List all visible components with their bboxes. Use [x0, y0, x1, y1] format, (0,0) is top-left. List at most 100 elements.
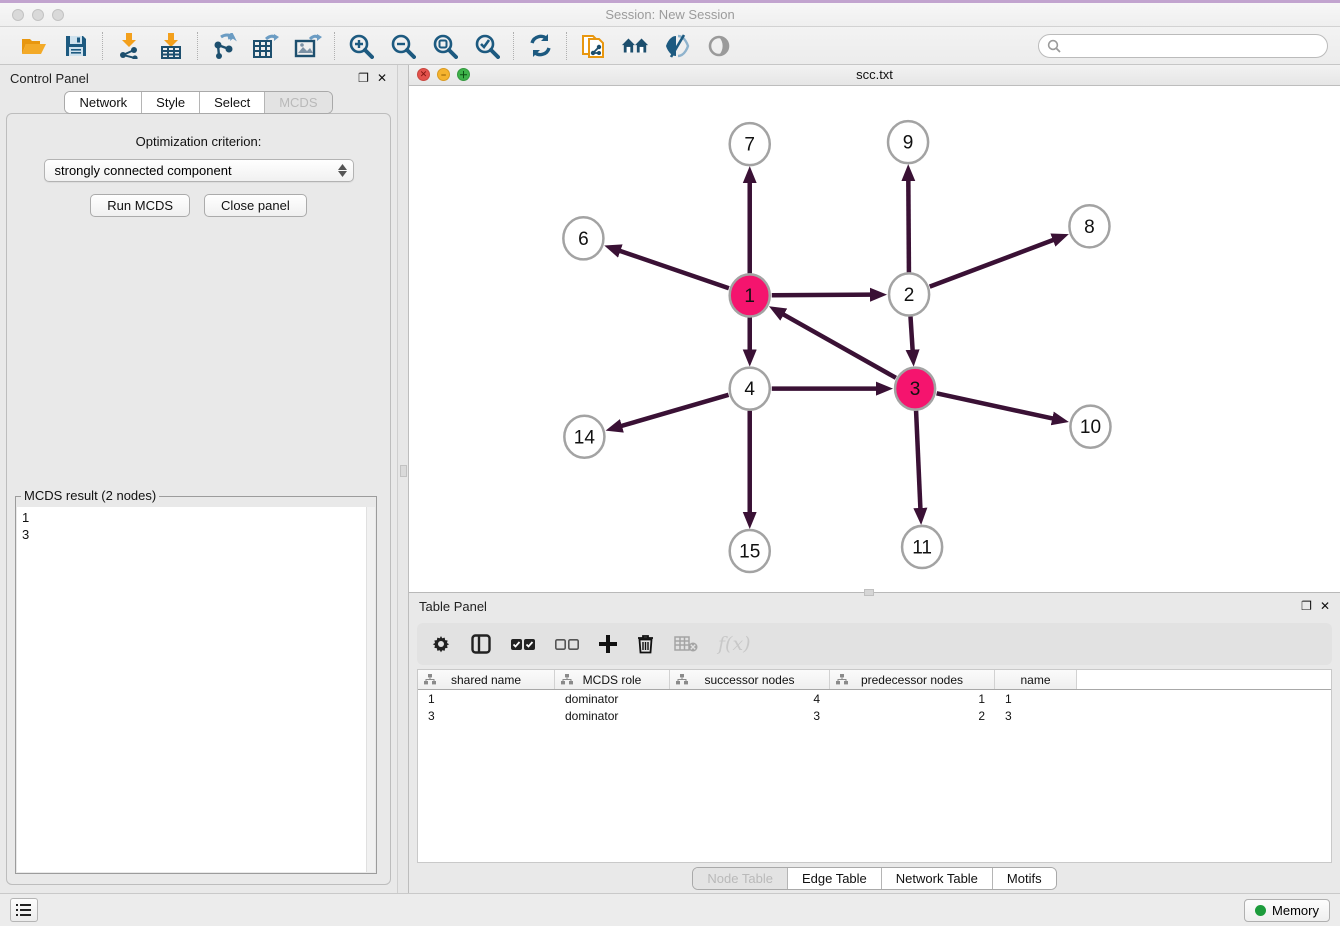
node-table[interactable]: shared nameMCDS rolesuccessor nodesprede… [417, 669, 1332, 863]
gear-icon[interactable] [431, 634, 451, 654]
tab-node-table[interactable]: Node Table [693, 868, 788, 889]
network-title: scc.txt [409, 67, 1340, 82]
svg-text:1: 1 [744, 286, 755, 307]
mcds-result-text[interactable]: 1 3 [17, 507, 375, 872]
optimization-criterion-dropdown[interactable]: strongly connected component [44, 159, 354, 182]
network-graph[interactable]: 7 9 6 8 1 2 4 3 14 10 15 11 [409, 86, 1340, 592]
zoom-out-icon[interactable] [389, 32, 417, 60]
export-image-icon[interactable] [294, 32, 322, 60]
vertical-splitter[interactable] [397, 65, 409, 893]
edge-2-3[interactable] [910, 316, 912, 351]
zoom-in-icon[interactable] [347, 32, 375, 60]
graph-node-15[interactable]: 15 [730, 530, 770, 572]
refresh-icon[interactable] [526, 32, 554, 60]
hide-details-icon[interactable] [663, 32, 691, 60]
tab-mcds[interactable]: MCDS [265, 92, 331, 113]
toggle-panel-icon[interactable] [471, 634, 491, 654]
open-session-icon[interactable] [20, 32, 48, 60]
horizontal-splitter-grip[interactable] [864, 589, 874, 596]
clone-network-icon[interactable] [579, 32, 607, 60]
network-canvas[interactable]: 7 9 6 8 1 2 4 3 14 10 15 11 [409, 86, 1340, 592]
svg-text:7: 7 [744, 135, 755, 156]
table-cell[interactable]: dominator [555, 709, 670, 723]
edge-3-11[interactable] [916, 411, 920, 510]
close-panel-button[interactable]: Close panel [204, 194, 307, 217]
import-table-icon[interactable] [157, 32, 185, 60]
table-cell[interactable]: 2 [830, 709, 995, 723]
export-table-icon[interactable] [252, 32, 280, 60]
optimization-criterion-label: Optimization criterion: [7, 134, 390, 149]
export-network-icon[interactable] [210, 32, 238, 60]
close-table-panel-icon[interactable]: ✕ [1320, 600, 1330, 612]
close-panel-icon[interactable]: ✕ [377, 72, 387, 84]
task-history-button[interactable] [10, 898, 38, 922]
table-cell[interactable]: 3 [418, 709, 555, 723]
table-cell[interactable]: dominator [555, 692, 670, 706]
table-cell[interactable]: 1 [830, 692, 995, 706]
add-column-icon[interactable] [599, 635, 617, 653]
control-panel: Control Panel ❐ ✕ NetworkStyleSelectMCDS… [0, 65, 397, 893]
table-row[interactable]: 1dominator411 [418, 690, 1331, 707]
function-builder-icon: f(x) [718, 633, 751, 655]
table-row[interactable]: 3dominator323 [418, 707, 1331, 724]
unselect-all-columns-icon[interactable] [555, 638, 579, 651]
edge-3-10[interactable] [937, 393, 1055, 419]
window-title: Session: New Session [0, 7, 1340, 22]
table-cell[interactable]: 3 [995, 709, 1077, 723]
home-icon[interactable] [621, 32, 649, 60]
tab-motifs[interactable]: Motifs [993, 868, 1056, 889]
zoom-fit-icon[interactable] [431, 32, 459, 60]
delete-column-icon[interactable] [637, 634, 654, 654]
graph-node-1[interactable]: 1 [730, 274, 770, 316]
column-header-name[interactable]: name [995, 670, 1077, 689]
column-header-predecessor-nodes[interactable]: predecessor nodes [830, 670, 995, 689]
graph-node-11[interactable]: 11 [902, 526, 942, 568]
splitter-grip[interactable] [400, 465, 407, 477]
svg-text:8: 8 [1084, 217, 1095, 238]
show-details-icon[interactable] [705, 32, 733, 60]
result-scrollbar[interactable] [366, 507, 375, 872]
column-header-shared-name[interactable]: shared name [418, 670, 555, 689]
table-cell[interactable]: 4 [670, 692, 830, 706]
graph-node-3[interactable]: 3 [895, 368, 935, 410]
edge-2-8[interactable] [930, 239, 1055, 286]
graph-node-14[interactable]: 14 [564, 416, 604, 458]
control-panel-title: Control Panel [10, 71, 89, 86]
table-cell[interactable]: 1 [995, 692, 1077, 706]
run-mcds-button[interactable]: Run MCDS [90, 194, 190, 217]
svg-text:3: 3 [910, 379, 921, 400]
memory-status-icon [1255, 905, 1266, 916]
table-cell[interactable]: 1 [418, 692, 555, 706]
window-titlebar: Session: New Session [0, 3, 1340, 27]
edge-4-14[interactable] [620, 395, 729, 427]
graph-node-2[interactable]: 2 [889, 273, 929, 315]
edge-2-9[interactable] [908, 179, 909, 272]
graph-node-6[interactable]: 6 [563, 217, 603, 259]
svg-text:2: 2 [904, 285, 915, 306]
column-header-successor-nodes[interactable]: successor nodes [670, 670, 830, 689]
graph-node-10[interactable]: 10 [1070, 406, 1110, 448]
tab-edge-table[interactable]: Edge Table [788, 868, 882, 889]
graph-node-7[interactable]: 7 [730, 123, 770, 165]
graph-node-4[interactable]: 4 [730, 368, 770, 410]
search-input[interactable] [1038, 34, 1328, 58]
edge-1-6[interactable] [618, 250, 728, 288]
select-all-columns-icon[interactable] [511, 638, 535, 651]
tab-style[interactable]: Style [142, 92, 200, 113]
edge-1-2[interactable] [772, 295, 872, 296]
float-table-panel-icon[interactable]: ❐ [1301, 600, 1312, 612]
edge-3-1[interactable] [782, 314, 896, 378]
table-cell[interactable]: 3 [670, 709, 830, 723]
column-header-MCDS-role[interactable]: MCDS role [555, 670, 670, 689]
save-session-icon[interactable] [62, 32, 90, 60]
graph-node-9[interactable]: 9 [888, 121, 928, 163]
tab-network-table[interactable]: Network Table [882, 868, 993, 889]
svg-text:6: 6 [578, 229, 589, 250]
tab-select[interactable]: Select [200, 92, 265, 113]
graph-node-8[interactable]: 8 [1069, 205, 1109, 247]
memory-button[interactable]: Memory [1244, 899, 1330, 922]
float-panel-icon[interactable]: ❐ [358, 72, 369, 84]
tab-network[interactable]: Network [65, 92, 142, 113]
zoom-selected-icon[interactable] [473, 32, 501, 60]
import-network-icon[interactable] [115, 32, 143, 60]
